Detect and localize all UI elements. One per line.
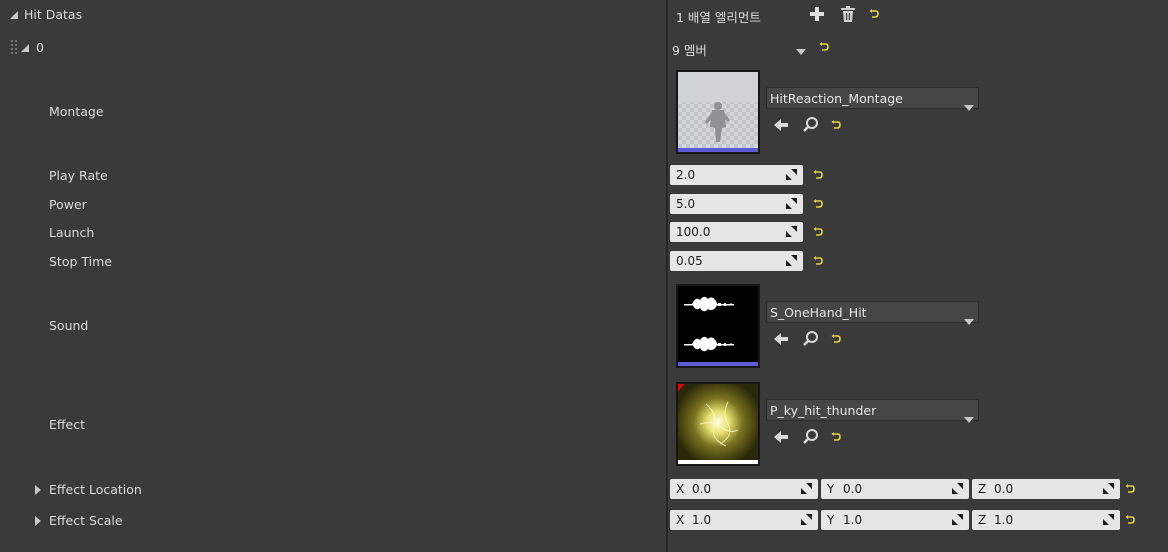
effect-scale-z-input[interactable]: Z 1.0 xyxy=(972,510,1120,530)
search-icon[interactable] xyxy=(802,116,820,134)
chevron-down-icon xyxy=(964,310,974,332)
effect-location-z-input[interactable]: Z 0.0 xyxy=(972,479,1120,499)
browse-arrow-icon[interactable] xyxy=(772,116,790,134)
montage-asset-name: HitReaction_Montage xyxy=(770,91,903,106)
effect-label: Effect xyxy=(49,417,85,432)
trash-icon[interactable] xyxy=(840,6,856,22)
montage-asset-combo[interactable]: HitReaction_Montage xyxy=(766,87,979,111)
reset-to-default-icon[interactable] xyxy=(869,9,879,19)
array-element-count: 1 배열 엘리먼트 xyxy=(676,10,761,25)
drag-slider-icon[interactable] xyxy=(800,482,813,495)
effect-location-y-input[interactable]: Y 0.0 xyxy=(821,479,969,499)
effect-scale-y-input[interactable]: Y 1.0 xyxy=(821,510,969,530)
effect-location-x-input[interactable]: X 0.0 xyxy=(670,479,818,499)
reset-to-default-icon[interactable] xyxy=(831,120,841,130)
play-rate-value: 2.0 xyxy=(676,168,696,182)
expand-triangle-icon[interactable] xyxy=(35,484,41,498)
array-element-index: 0 xyxy=(36,40,44,55)
drag-slider-icon[interactable] xyxy=(951,482,964,495)
stop-time-input[interactable]: 0.05 xyxy=(670,251,803,271)
search-icon[interactable] xyxy=(802,330,820,348)
play-rate-label: Play Rate xyxy=(49,168,108,183)
chevron-down-icon xyxy=(964,96,974,118)
y-axis-label: Y xyxy=(827,482,835,496)
reset-to-default-icon[interactable] xyxy=(1125,484,1135,494)
launch-input[interactable]: 100.0 xyxy=(670,222,803,242)
effect-thumbnail[interactable] xyxy=(676,382,760,466)
member-count: 9 멤버 xyxy=(672,43,707,58)
chevron-down-icon xyxy=(964,408,974,430)
plus-icon[interactable] xyxy=(809,6,825,22)
collapse-triangle-icon[interactable] xyxy=(21,41,29,55)
drag-slider-icon[interactable] xyxy=(785,225,798,238)
browse-arrow-icon[interactable] xyxy=(772,330,790,348)
power-input[interactable]: 5.0 xyxy=(670,194,803,214)
x-axis-label: X xyxy=(676,513,685,527)
hit-datas-title: Hit Datas xyxy=(24,7,83,22)
collapse-triangle-icon[interactable] xyxy=(10,8,18,22)
search-icon[interactable] xyxy=(802,428,820,446)
expand-triangle-icon[interactable] xyxy=(35,515,41,529)
effect-asset-name: P_ky_hit_thunder xyxy=(770,403,877,418)
reset-to-default-icon[interactable] xyxy=(1125,515,1135,525)
stop-time-value: 0.05 xyxy=(676,254,703,268)
sound-asset-combo[interactable]: S_OneHand_Hit xyxy=(766,301,979,325)
power-value: 5.0 xyxy=(676,197,696,211)
power-label: Power xyxy=(49,197,87,212)
browse-arrow-icon[interactable] xyxy=(772,428,790,446)
play-rate-input[interactable]: 2.0 xyxy=(670,165,803,185)
effect-scale-y-value: 1.0 xyxy=(843,513,863,527)
drag-slider-icon[interactable] xyxy=(785,197,798,210)
z-axis-label: Z xyxy=(978,482,987,496)
reset-to-default-icon[interactable] xyxy=(831,334,841,344)
drag-slider-icon[interactable] xyxy=(800,513,813,526)
reset-to-default-icon[interactable] xyxy=(819,42,829,52)
effect-scale-x-value: 1.0 xyxy=(692,513,712,527)
drag-slider-icon[interactable] xyxy=(785,254,798,267)
y-axis-label: Y xyxy=(827,513,835,527)
x-axis-label: X xyxy=(676,482,685,496)
stop-time-label: Stop Time xyxy=(49,254,112,269)
sound-thumbnail[interactable] xyxy=(676,284,760,368)
effect-scale-z-value: 1.0 xyxy=(994,513,1014,527)
reset-to-default-icon[interactable] xyxy=(813,170,823,180)
reset-to-default-icon[interactable] xyxy=(813,227,823,237)
chevron-down-icon[interactable] xyxy=(796,44,806,58)
launch-label: Launch xyxy=(49,225,95,240)
column-divider[interactable] xyxy=(666,0,668,552)
montage-thumbnail[interactable] xyxy=(676,70,760,154)
drag-slider-icon[interactable] xyxy=(951,513,964,526)
montage-label: Montage xyxy=(49,104,104,119)
reset-to-default-icon[interactable] xyxy=(831,432,841,442)
effect-location-x-value: 0.0 xyxy=(692,482,712,496)
drag-slider-icon[interactable] xyxy=(785,168,798,181)
effect-location-y-value: 0.0 xyxy=(843,482,863,496)
launch-value: 100.0 xyxy=(676,225,711,239)
effect-location-z-value: 0.0 xyxy=(994,482,1014,496)
sound-label: Sound xyxy=(49,318,89,333)
drag-slider-icon[interactable] xyxy=(1102,513,1115,526)
reset-to-default-icon[interactable] xyxy=(813,199,823,209)
sound-asset-name: S_OneHand_Hit xyxy=(770,305,867,320)
reset-to-default-icon[interactable] xyxy=(813,256,823,266)
drag-handle-icon[interactable] xyxy=(10,39,18,55)
effect-scale-label: Effect Scale xyxy=(49,513,123,528)
effect-location-label: Effect Location xyxy=(49,482,142,497)
effect-scale-x-input[interactable]: X 1.0 xyxy=(670,510,818,530)
drag-slider-icon[interactable] xyxy=(1102,482,1115,495)
z-axis-label: Z xyxy=(978,513,987,527)
effect-asset-combo[interactable]: P_ky_hit_thunder xyxy=(766,399,979,423)
